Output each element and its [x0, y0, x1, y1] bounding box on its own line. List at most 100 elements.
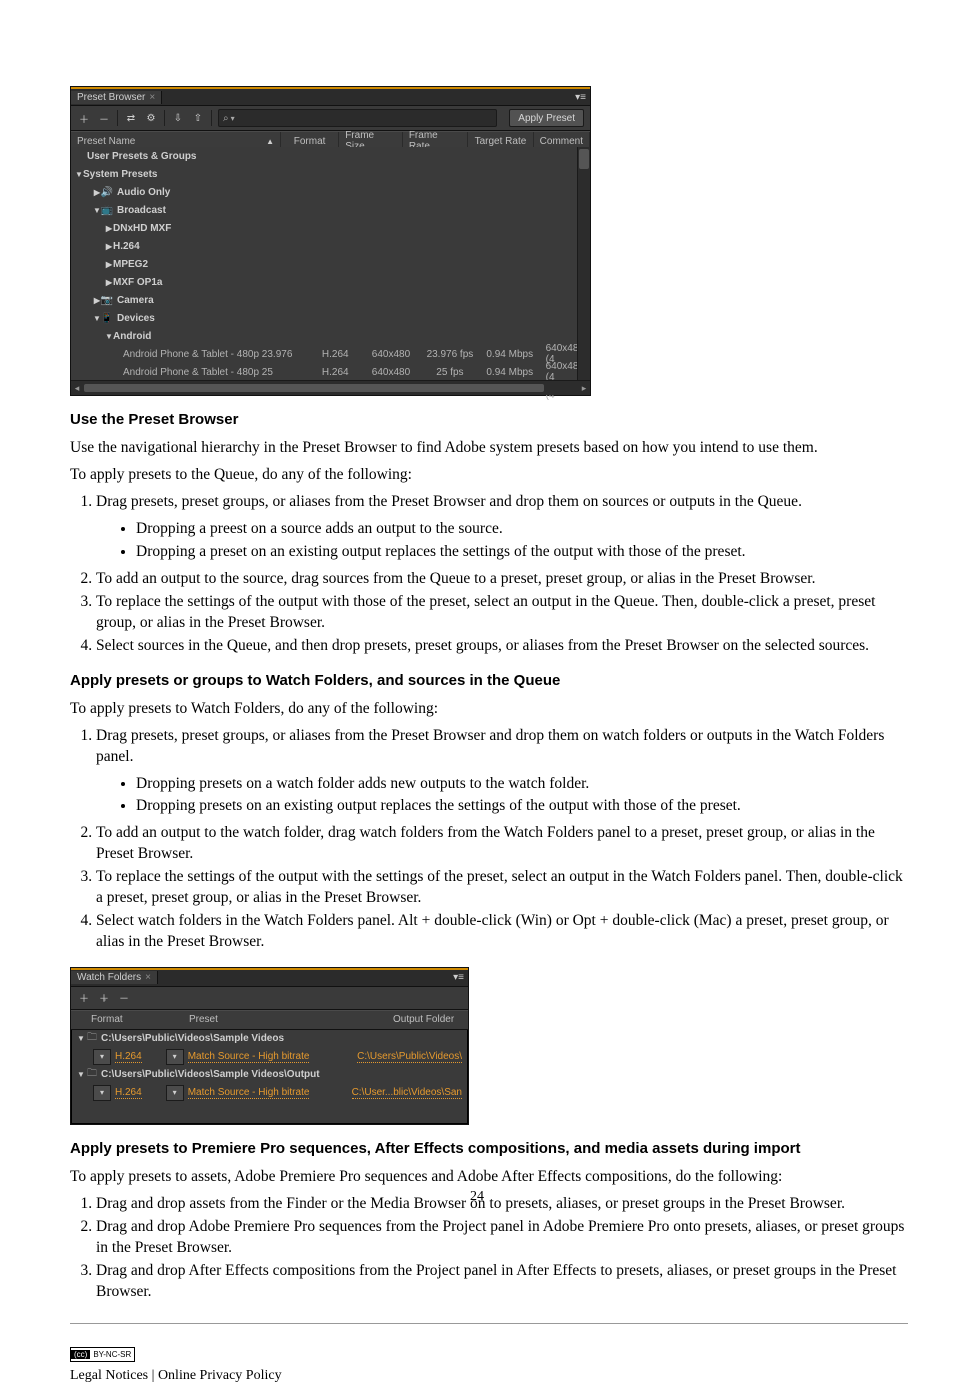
- panel-menu-icon[interactable]: ▾≡: [575, 92, 586, 103]
- watch-folder-output-row[interactable]: ▾ H.264 ▾ Match Source - High bitrate C:…: [71, 1084, 468, 1102]
- list-item: To replace the settings of the output wi…: [96, 867, 908, 909]
- disclosure-open-icon: ▼: [75, 170, 83, 179]
- list-item: Dropping a preest on a source adds an ou…: [136, 519, 908, 540]
- add-watch-folder-icon[interactable]: ＋: [77, 991, 91, 1005]
- tree-item-devices[interactable]: ▼📱Devices: [71, 309, 590, 327]
- tree-item-android[interactable]: ▼Android: [71, 327, 590, 345]
- heading-use-preset-browser: Use the Preset Browser: [70, 410, 908, 430]
- watch-folders-panel: Watch Folders × ▾≡ ＋ ＋▫ － Format Preset O…: [70, 967, 469, 1125]
- preset-link[interactable]: Match Source - High bitrate: [188, 1051, 310, 1063]
- add-output-icon[interactable]: ＋▫: [97, 991, 111, 1005]
- paragraph: Use the navigational hierarchy in the Pr…: [70, 438, 908, 459]
- col-output-folder[interactable]: Output Folder: [387, 1011, 468, 1029]
- panel-tabbar: Watch Folders × ▾≡: [71, 968, 468, 987]
- export-icon[interactable]: ⇧: [191, 111, 205, 125]
- remove-icon[interactable]: －: [97, 111, 111, 125]
- vertical-scrollbar[interactable]: [577, 147, 590, 381]
- tv-icon: 📺: [101, 205, 113, 215]
- preset-browser-panel: Preset Browser × ▾≡ ＋ － ⇄ ⚙ ⇩ ⇧ ⌕ ▾ Apply…: [70, 86, 591, 396]
- list-item: Drag presets, preset groups, or aliases …: [96, 492, 908, 563]
- chevron-down-icon[interactable]: ▾: [231, 114, 235, 123]
- col-format[interactable]: Format: [71, 1011, 183, 1029]
- panel-menu-icon[interactable]: ▾≡: [453, 972, 464, 983]
- list-item: Select watch folders in the Watch Folder…: [96, 911, 908, 953]
- watch-folder-row[interactable]: ▼ 🗀 C:\Users\Public\Videos\Sample Videos…: [71, 1066, 468, 1084]
- preset-browser-tab[interactable]: Preset Browser ×: [71, 91, 162, 104]
- scroll-left-icon[interactable]: ◂: [71, 383, 83, 394]
- tree-item-mxfop1a[interactable]: ▶MXF OP1a: [71, 273, 590, 291]
- disclosure-closed-icon: ▶: [105, 242, 113, 251]
- disclosure-closed-icon: ▶: [105, 278, 113, 287]
- tree-item-camera[interactable]: ▶📷Camera: [71, 291, 590, 309]
- output-folder-link[interactable]: C:\Users\Public\Videos\: [357, 1051, 462, 1063]
- ordered-list: Drag and drop assets from the Finder or …: [96, 1194, 908, 1303]
- cc-license-badge[interactable]: (cc)BY-NC-SR: [70, 1347, 135, 1362]
- preset-dropdown[interactable]: ▾: [166, 1049, 184, 1065]
- preset-dropdown[interactable]: ▾: [166, 1085, 184, 1101]
- footer-links[interactable]: Legal Notices | Online Privacy Policy: [70, 1368, 908, 1384]
- disclosure-open-icon: ▼: [77, 1034, 85, 1043]
- tree-item-audio-only[interactable]: ▶🔊Audio Only: [71, 183, 590, 201]
- paragraph: To apply presets to the Queue, do any of…: [70, 465, 908, 486]
- format-link[interactable]: H.264: [115, 1087, 142, 1099]
- panel-tabbar: Preset Browser × ▾≡: [71, 87, 590, 106]
- document-text: Use the Preset Browser Use the navigatio…: [70, 410, 908, 953]
- tree-item-mpeg2[interactable]: ▶MPEG2: [71, 255, 590, 273]
- tree-item-broadcast[interactable]: ▼📺Broadcast: [71, 201, 590, 219]
- tab-label: Preset Browser: [77, 92, 145, 103]
- scrollbar-thumb[interactable]: [579, 149, 589, 169]
- tree-item-dnxhd[interactable]: ▶DNxHD MXF: [71, 219, 590, 237]
- close-icon[interactable]: ×: [145, 972, 151, 983]
- add-icon[interactable]: ＋: [77, 111, 91, 125]
- apply-preset-button[interactable]: Apply Preset: [509, 109, 584, 127]
- tree-group-system-presets[interactable]: ▼System Presets: [71, 165, 590, 183]
- search-icon: ⌕: [223, 113, 229, 124]
- list-item: Drag presets, preset groups, or aliases …: [96, 726, 908, 818]
- output-folder-link[interactable]: C:\User...blic\Videos\San: [352, 1087, 462, 1099]
- col-preset[interactable]: Preset: [183, 1011, 387, 1029]
- col-preset-name[interactable]: Preset Name: [77, 136, 135, 147]
- document-text: Apply presets to Premiere Pro sequences,…: [70, 1139, 908, 1303]
- horizontal-scrollbar[interactable]: ◂ ▸: [71, 380, 590, 395]
- paragraph: To apply presets to assets, Adobe Premie…: [70, 1167, 908, 1188]
- preset-row[interactable]: Android Phone & Tablet - 480p 23.976 H.2…: [71, 345, 590, 363]
- watch-folders-toolbar: ＋ ＋▫ －: [71, 987, 468, 1010]
- close-icon[interactable]: ×: [149, 92, 155, 103]
- sort-asc-icon[interactable]: ▲: [266, 137, 274, 146]
- format-link[interactable]: H.264: [115, 1051, 142, 1063]
- tab-label: Watch Folders: [77, 972, 141, 983]
- watch-folder-output-row[interactable]: ▾ H.264 ▾ Match Source - High bitrate C:…: [71, 1048, 468, 1066]
- watch-folders-tab[interactable]: Watch Folders ×: [71, 971, 158, 984]
- watch-folders-header: Format Preset Output Folder: [71, 1010, 468, 1030]
- list-item: Drag and drop Adobe Premiere Pro sequenc…: [96, 1217, 908, 1259]
- preset-tree: User Presets & Groups ▼System Presets ▶🔊…: [71, 147, 590, 395]
- search-input[interactable]: ⌕ ▾: [218, 109, 497, 127]
- heading-apply-presets: Apply presets or groups to Watch Folders…: [70, 671, 908, 691]
- tree-item-h264[interactable]: ▶H.264: [71, 237, 590, 255]
- list-item: Dropping presets on an existing output r…: [136, 796, 908, 817]
- settings-icon[interactable]: ⚙: [144, 111, 158, 125]
- scrollbar-thumb[interactable]: [84, 384, 544, 392]
- preset-row[interactable]: Android Phone & Tablet - 480p 25 H.264 6…: [71, 363, 590, 381]
- format-dropdown[interactable]: ▾: [93, 1085, 111, 1101]
- watch-folder-path: C:\Users\Public\Videos\Sample Videos\Out…: [101, 1069, 320, 1080]
- list-item: Dropping presets on a watch folder adds …: [136, 774, 908, 795]
- watch-folder-row[interactable]: ▼ 🗀 C:\Users\Public\Videos\Sample Videos: [71, 1030, 468, 1048]
- list-item: To add an output to the source, drag sou…: [96, 569, 908, 590]
- disclosure-open-icon: ▼: [105, 332, 113, 341]
- sync-icon[interactable]: ⇄: [124, 111, 138, 125]
- preset-link[interactable]: Match Source - High bitrate: [188, 1087, 310, 1099]
- ordered-list: Drag presets, preset groups, or aliases …: [96, 726, 908, 953]
- remove-icon[interactable]: －: [117, 991, 131, 1005]
- ordered-list: Drag presets, preset groups, or aliases …: [96, 492, 908, 656]
- scroll-right-icon[interactable]: ▸: [578, 383, 590, 394]
- disclosure-open-icon: ▼: [77, 1070, 85, 1079]
- paragraph: To apply presets to Watch Folders, do an…: [70, 699, 908, 720]
- tree-group-user-presets[interactable]: User Presets & Groups: [71, 147, 590, 165]
- page-number: 24: [0, 1189, 954, 1205]
- separator: [117, 110, 118, 126]
- import-icon[interactable]: ⇩: [171, 111, 185, 125]
- disclosure-closed-icon: ▶: [105, 224, 113, 233]
- format-dropdown[interactable]: ▾: [93, 1049, 111, 1065]
- folder-icon: 🗀: [87, 1030, 97, 1047]
